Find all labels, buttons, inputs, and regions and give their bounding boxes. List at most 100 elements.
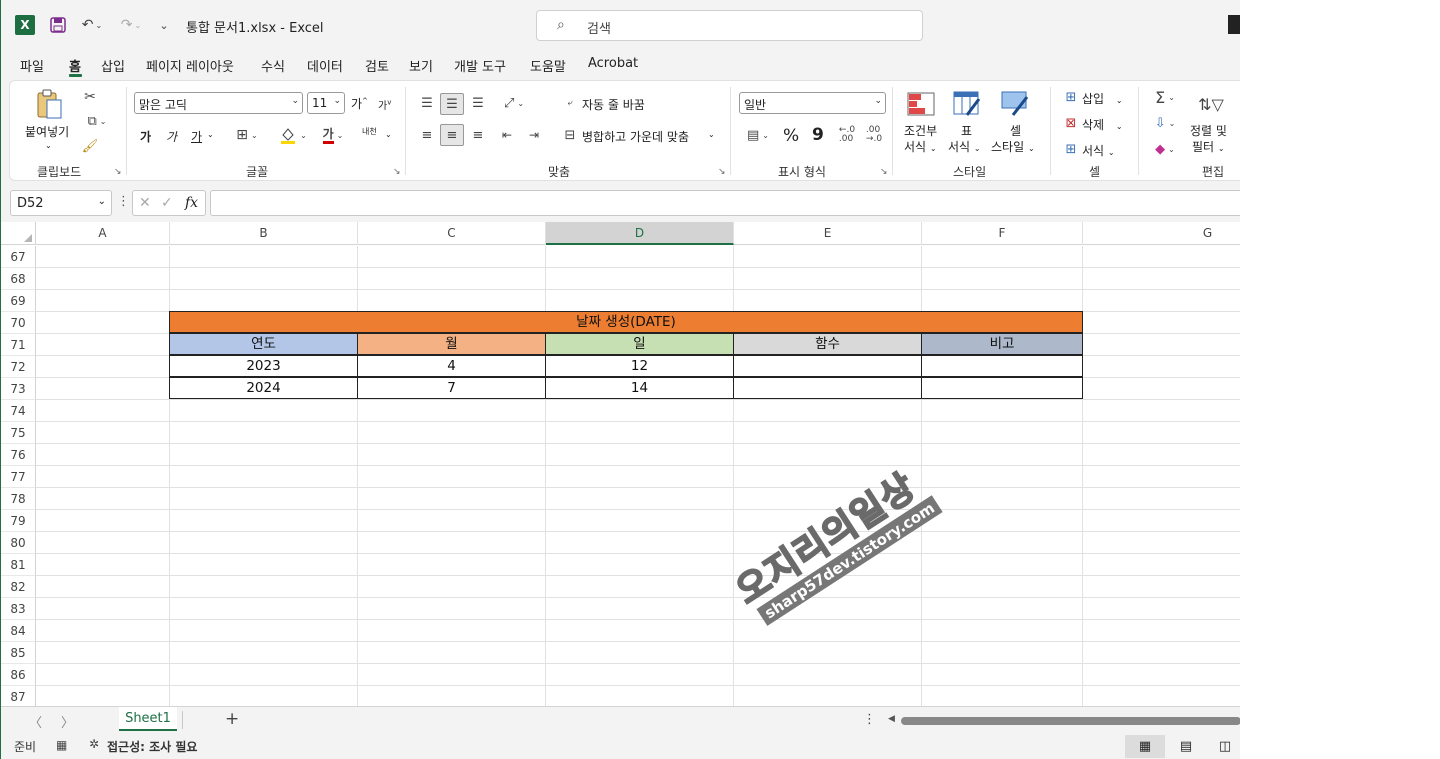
cell-styles-label-2[interactable]: 스타일 ⌄ [991, 138, 1035, 155]
macro-record-icon[interactable]: ▦ [56, 738, 67, 752]
underline-dropdown-icon[interactable]: ⌄ [207, 130, 214, 139]
paste-dropdown-icon[interactable]: ⌄ [45, 141, 52, 150]
account-button[interactable] [1228, 15, 1240, 34]
redo-icon[interactable]: ↷ ⌄ [116, 15, 146, 35]
delete-cells-icon[interactable]: ⊠ [1062, 115, 1080, 131]
next-sheet-icon[interactable]: 〉 [61, 712, 74, 731]
row-header[interactable]: 81 [1, 554, 36, 576]
tab-help[interactable]: 도움말 [530, 56, 566, 75]
cancel-icon[interactable]: ✕ [139, 195, 151, 211]
page-layout-view-icon[interactable]: ▤ [1176, 735, 1196, 758]
increase-decimal-icon[interactable]: ←.0.00 [836, 125, 858, 145]
table-cell[interactable]: 7 [357, 377, 546, 399]
accessibility-icon[interactable]: ✲ [89, 737, 99, 751]
row-header[interactable]: 70 [1, 312, 36, 334]
name-box[interactable]: D52 ⌄ [10, 190, 112, 216]
sheet-tab-sheet1[interactable]: Sheet1 [119, 707, 177, 731]
align-bottom-icon[interactable]: ☰ [468, 93, 488, 113]
table-cell[interactable]: 2023 [169, 355, 358, 377]
row-header[interactable]: 71 [1, 334, 36, 356]
row-header[interactable]: 68 [1, 268, 36, 290]
font-name-dropdown[interactable]: 맑은 고딕 ⌄ [134, 92, 303, 114]
paste-button[interactable]: 붙여넣기 [25, 123, 69, 140]
underline-button[interactable]: 가 [191, 128, 202, 145]
format-as-table-icon[interactable] [952, 91, 982, 117]
copy-icon[interactable]: ⧉ ⌄ [80, 111, 114, 131]
formula-input[interactable] [210, 190, 1240, 216]
row-header[interactable]: 80 [1, 532, 36, 554]
number-format-dropdown[interactable]: 일반 ⌄ [739, 92, 886, 114]
select-all-button[interactable] [1, 222, 36, 245]
decrease-decimal-icon[interactable]: .00 →.0 [863, 125, 885, 145]
fill-color-icon[interactable]: ⌄ [276, 125, 310, 145]
normal-view-icon[interactable]: ▦ [1125, 735, 1165, 758]
tab-home[interactable]: 홈 [69, 56, 81, 75]
row-header[interactable]: 79 [1, 510, 36, 532]
column-header-e[interactable]: E [734, 222, 922, 245]
tab-view[interactable]: 보기 [409, 56, 433, 75]
row-header[interactable]: 67 [1, 246, 36, 268]
conditional-formatting-icon[interactable] [906, 91, 936, 117]
table-cell[interactable]: 14 [545, 377, 734, 399]
conditional-formatting-label-2[interactable]: 서식 ⌄ [904, 138, 937, 155]
worksheet-grid[interactable]: A B C D E F G 67 68 69 70 71 72 73 74 75 76 77 78 79… [1, 222, 1240, 706]
cell-styles-icon[interactable] [1000, 91, 1030, 117]
row-header[interactable]: 76 [1, 444, 36, 466]
merge-center-button[interactable]: 병합하고 가운데 맞춤 [582, 128, 689, 145]
format-as-table-label-2[interactable]: 서식 ⌄ [948, 138, 981, 155]
table-cell[interactable] [733, 355, 922, 377]
align-middle-icon[interactable]: ☰ [440, 93, 464, 115]
number-launcher-icon[interactable]: ↘ [880, 167, 888, 177]
undo-icon[interactable]: ↶ ⌄ [77, 15, 107, 35]
tab-data[interactable]: 데이터 [307, 56, 343, 75]
merge-dropdown-icon[interactable]: ⌄ [708, 130, 715, 139]
tab-file[interactable]: 파일 [20, 56, 44, 75]
phonetic-guide-button[interactable]: 내천 [362, 127, 382, 136]
cut-icon[interactable]: ✂ [80, 87, 100, 107]
font-launcher-icon[interactable]: ↘ [393, 167, 401, 177]
sort-filter-label[interactable]: 정렬 및 [1190, 122, 1227, 139]
row-header[interactable]: 87 [1, 686, 36, 706]
row-header[interactable]: 86 [1, 664, 36, 686]
row-header[interactable]: 85 [1, 642, 36, 664]
row-header[interactable]: 72 [1, 356, 36, 378]
accessibility-status[interactable]: 접근성: 조사 필요 [107, 738, 197, 755]
column-header-c[interactable]: C [358, 222, 546, 245]
column-header-g[interactable]: G [1083, 222, 1240, 245]
align-left-icon[interactable]: ≡ [417, 125, 437, 145]
comma-style-button[interactable]: 9 [812, 125, 824, 145]
clipboard-launcher-icon[interactable]: ↘ [114, 167, 122, 177]
row-header[interactable]: 82 [1, 576, 36, 598]
header-cell-function[interactable]: 함수 [733, 333, 922, 355]
wrap-text-button[interactable]: 자동 줄 바꿈 [582, 96, 645, 113]
insert-cells-button[interactable]: 삽입 ⌄ [1082, 90, 1123, 107]
header-cell-year[interactable]: 연도 [169, 333, 358, 355]
column-header-a[interactable]: A [36, 222, 170, 245]
row-header[interactable]: 75 [1, 422, 36, 444]
row-header[interactable]: 83 [1, 598, 36, 620]
table-cell[interactable]: 2024 [169, 377, 358, 399]
format-cells-icon[interactable]: ⊞ [1062, 141, 1080, 157]
header-cell-month[interactable]: 월 [357, 333, 546, 355]
scroll-left-icon[interactable]: ◀ [888, 714, 895, 724]
add-sheet-button[interactable]: + [225, 709, 239, 729]
column-header-b[interactable]: B [170, 222, 358, 245]
accounting-format-icon[interactable]: ▤ ⌄ [741, 125, 775, 145]
page-break-view-icon[interactable]: ◫ [1215, 735, 1235, 758]
header-cell-day[interactable]: 일 [545, 333, 734, 355]
tab-formulas[interactable]: 수식 [261, 56, 285, 75]
table-cell[interactable]: 12 [545, 355, 734, 377]
table-cell[interactable] [921, 377, 1083, 399]
search-box[interactable]: ⌕ 검색 [536, 10, 923, 41]
horizontal-scrollbar[interactable] [901, 717, 1240, 725]
table-title-cell[interactable]: 날짜 생성(DATE) [169, 311, 1083, 333]
tab-insert[interactable]: 삽입 [101, 56, 125, 75]
alignment-launcher-icon[interactable]: ↘ [718, 167, 726, 177]
insert-cells-icon[interactable]: ⊞ [1062, 89, 1080, 105]
tab-review[interactable]: 검토 [365, 56, 389, 75]
shrink-font-button[interactable]: 가v [378, 97, 391, 112]
merge-center-icon[interactable]: ⊟ [560, 125, 580, 145]
clear-icon[interactable]: ◆ ⌄ [1148, 139, 1182, 159]
row-header[interactable]: 78 [1, 488, 36, 510]
font-color-icon[interactable]: 가 ⌄ [316, 125, 350, 145]
